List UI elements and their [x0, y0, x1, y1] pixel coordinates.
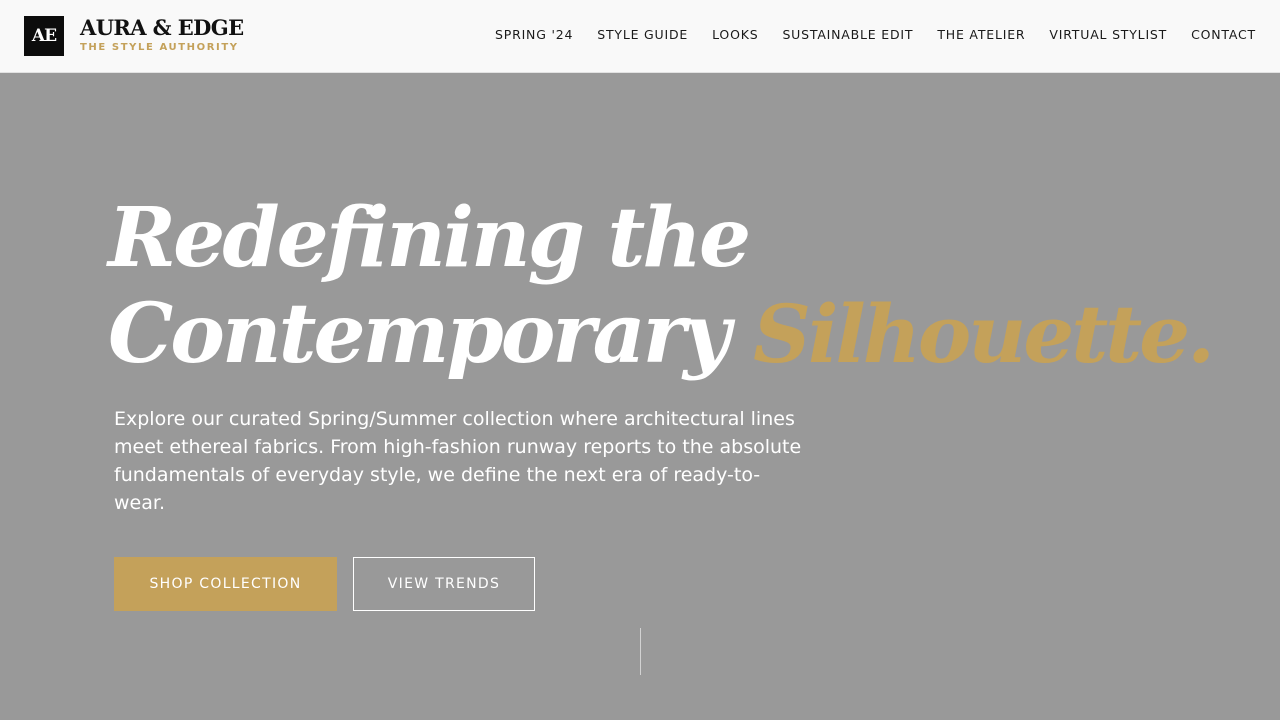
nav-link-style-guide[interactable]: STYLE GUIDE	[597, 27, 688, 43]
brand-name[interactable]: AURA & EDGE	[80, 16, 244, 40]
nav-link-spring-24[interactable]: SPRING '24	[495, 27, 573, 43]
hero-title-line1: Redefining the	[108, 190, 751, 286]
view-trends-button[interactable]: VIEW TRENDS	[353, 557, 535, 611]
scroll-indicator-line	[640, 628, 641, 675]
shop-collection-button[interactable]: SHOP COLLECTION	[114, 557, 337, 611]
nav-link-virtual-stylist[interactable]: VIRTUAL STYLIST	[1049, 27, 1167, 43]
nav-link-sustainable-edit[interactable]: SUSTAINABLE EDIT	[782, 27, 913, 43]
site-header: AE AURA & EDGE THE STYLE AUTHORITY SPRIN…	[0, 0, 1280, 73]
nav-link-contact[interactable]: CONTACT	[1191, 27, 1256, 43]
hero-title-line2: Contemporary	[108, 286, 731, 382]
hero-title-accent: Silhouette.	[753, 287, 1215, 381]
brand-tagline: THE STYLE AUTHORITY	[80, 42, 239, 53]
nav-link-the-atelier[interactable]: THE ATELIER	[937, 27, 1025, 43]
nav-link-looks[interactable]: LOOKS	[712, 27, 758, 43]
logo-monogram[interactable]: AE	[24, 16, 64, 56]
hero-title: Redefining the Contemporary Silhouette.	[108, 190, 1215, 382]
main-nav: SPRING '24 STYLE GUIDE LOOKS SUSTAINABLE…	[495, 27, 1256, 43]
hero-description: Explore our curated Spring/Summer collec…	[114, 408, 802, 514]
